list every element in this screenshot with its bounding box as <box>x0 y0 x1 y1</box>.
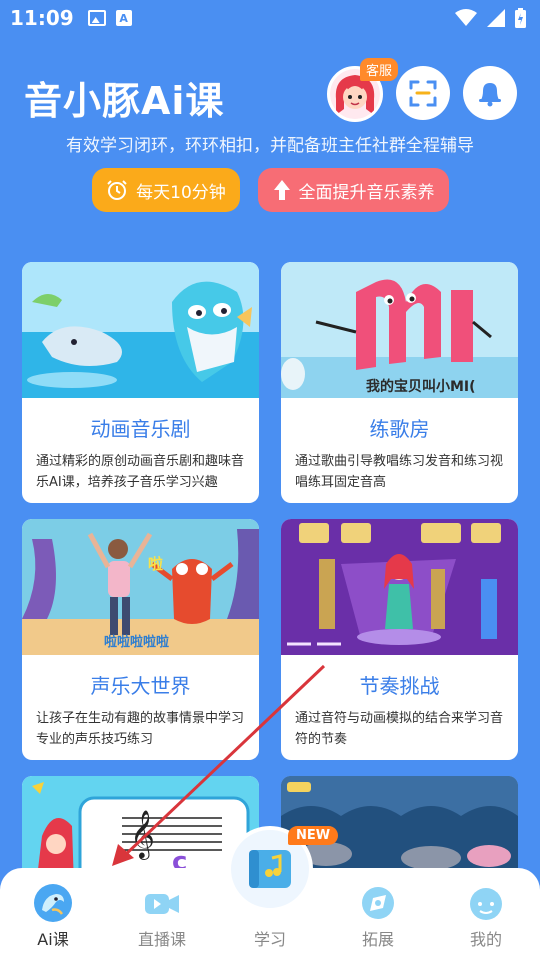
header: 音小豚Ai课 客服 <box>0 58 540 130</box>
card-image <box>22 262 259 398</box>
card-description: 让孩子在生动有趣的故事情景中学习专业的声乐技巧练习 <box>36 711 245 747</box>
profile-face-icon <box>470 888 502 920</box>
card-title: 动画音乐剧 <box>90 417 191 441</box>
tab-label: Ai课 <box>37 930 69 949</box>
app-title: 音小豚Ai课 <box>24 79 225 123</box>
card-description: 通过精彩的原创动画音乐剧和趣味音乐AI课，培养孩子音乐学习兴趣 <box>36 454 245 490</box>
pill-label: 全面提升音乐素养 <box>298 182 435 203</box>
svg-text:𝄞: 𝄞 <box>130 809 155 860</box>
image-caption: 我的宝贝叫小MI( <box>366 379 476 395</box>
slogan-text: 有效学习闭环，环环相扣，并配备班主任社群全程辅导 <box>66 136 474 156</box>
card-image: 我的宝贝叫小MI( <box>281 262 518 398</box>
tab-label: 学习 <box>253 930 286 949</box>
scan-icon <box>409 80 437 107</box>
tab-label: 拓展 <box>361 930 394 949</box>
card-description: 通过音符与动画模拟的结合来学习音符的节奏 <box>295 711 504 747</box>
tab-label: 直播课 <box>137 930 186 949</box>
image-exclaim: 啦 <box>148 555 164 573</box>
expand-icon <box>362 887 394 919</box>
improve-music-pill: 全面提升音乐素养 <box>258 168 449 212</box>
course-card-vocal-world[interactable]: 啦 啦啦啦啦啦 声乐大世界 让孩子在生动有趣的故事情景中学习专业的声乐技巧练习 <box>22 519 259 760</box>
course-card-animation-musical[interactable]: 动画音乐剧 通过精彩的原创动画音乐剧和趣味音乐AI课，培养孩子音乐学习兴趣 <box>22 262 259 503</box>
daily-10min-pill: 每天10分钟 <box>92 168 240 212</box>
dolphin-icon <box>34 884 72 922</box>
card-image <box>281 519 518 655</box>
notification-button[interactable] <box>463 66 517 120</box>
tab-label: 我的 <box>469 930 502 949</box>
new-badge: NEW <box>288 826 339 845</box>
music-book-icon <box>249 850 291 888</box>
tab-expand[interactable]: 拓展 <box>333 868 423 960</box>
card-title: 练歌房 <box>369 417 430 441</box>
a-icon: A <box>115 10 132 26</box>
signal-icon <box>487 9 505 27</box>
tab-ai-course[interactable]: Ai课 <box>8 868 98 960</box>
up-arrow-icon <box>273 180 290 200</box>
alarm-clock-icon <box>107 180 127 200</box>
scan-button[interactable] <box>396 66 450 120</box>
image-caption: 啦啦啦啦啦 <box>104 635 170 650</box>
course-card-rhythm-challenge[interactable]: 节奏挑战 通过音符与动画模拟的结合来学习音符的节奏 <box>281 519 518 760</box>
customer-service-badge: 客服 <box>360 58 399 81</box>
card-description: 通过歌曲引导教唱练习发音和练习视唱练耳固定音高 <box>295 454 504 490</box>
tab-live-course[interactable]: 直播课 <box>117 868 207 960</box>
card-title: 节奏挑战 <box>359 674 440 698</box>
course-card-singing-room[interactable]: 我的宝贝叫小MI( 练歌房 通过歌曲引导教唱练习发音和练习视唱练耳固定音高 <box>281 262 518 503</box>
wifi-icon <box>455 9 477 26</box>
status-time: 11:09 <box>10 6 74 30</box>
card-image: 啦 啦啦啦啦啦 <box>22 519 259 655</box>
battery-icon <box>515 8 526 28</box>
image-icon <box>87 10 106 26</box>
tab-mine[interactable]: 我的 <box>441 868 531 960</box>
video-camera-icon <box>145 894 179 914</box>
card-title: 声乐大世界 <box>90 674 191 698</box>
bell-icon <box>479 83 501 107</box>
pill-label: 每天10分钟 <box>136 182 226 203</box>
status-bar: 11:09 A <box>0 0 540 36</box>
